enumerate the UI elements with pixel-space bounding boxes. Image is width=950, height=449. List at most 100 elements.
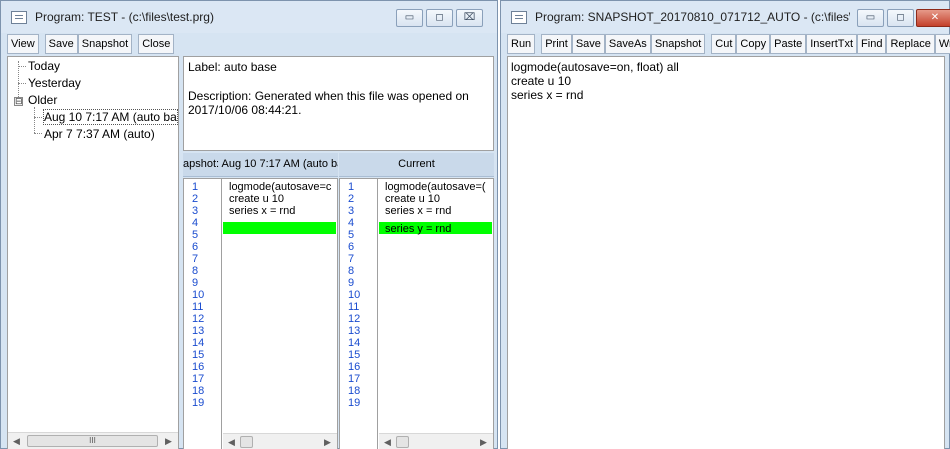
tree-item-today[interactable]: Today [28, 59, 60, 73]
scroll-left-icon[interactable]: ◀ [379, 434, 396, 449]
line-number: 10 [192, 289, 205, 301]
line-number: 1 [348, 181, 355, 193]
line-number: 12 [348, 313, 361, 325]
code-line: series x = rnd [229, 205, 296, 217]
inserttxt-button[interactable]: InsertTxt [806, 34, 858, 54]
tree-item-yesterday[interactable]: Yesterday [28, 76, 81, 90]
scroll-thumb[interactable] [240, 436, 253, 448]
program-window-snapshot: Program: SNAPSHOT_20170810_071712_AUTO -… [500, 0, 950, 449]
snapshot-code-pane[interactable]: 1 2 3 4 5 6 7 8 9 10 11 12 13 14 15 16 17 18 19 logmode(au… [183, 178, 338, 449]
view-button[interactable]: View [7, 34, 39, 54]
maximize-icon[interactable]: ◻ [426, 9, 453, 27]
minimize-icon[interactable]: ▭ [396, 9, 423, 27]
program-window-test: Program: TEST - (c:\files\test.prg) ▭ ◻ … [0, 0, 498, 449]
tree-item-snapshot-aug10[interactable]: Aug 10 7:17 AM (auto ba [43, 109, 178, 125]
close-icon[interactable]: ⌧ [456, 9, 483, 27]
close-icon[interactable]: ✕ [916, 9, 950, 27]
saveas-button[interactable]: SaveAs [604, 34, 651, 54]
tree-item-snapshot-apr7[interactable]: Apr 7 7:37 AM (auto) [44, 127, 155, 141]
minimize-icon[interactable]: ▭ [857, 9, 884, 27]
code-line: series x = rnd [511, 88, 584, 102]
line-number: 5 [192, 229, 199, 241]
line-number: 10 [348, 289, 361, 301]
title-bar[interactable]: Program: SNAPSHOT_20170810_071712_AUTO -… [501, 1, 950, 33]
program-icon [511, 11, 527, 24]
scroll-left-icon[interactable]: ◀ [8, 433, 25, 449]
line-number: 5 [348, 229, 355, 241]
line-number: 13 [192, 325, 205, 337]
line-number: 1 [192, 181, 199, 193]
snapshot-tree: Today Yesterday ⊟ Older Aug 10 7:17 AM (… [7, 56, 179, 449]
tree-item-older[interactable]: Older [28, 93, 57, 107]
horizontal-scrollbar[interactable]: ◀ ▶ [223, 433, 337, 449]
code-line-added: series y = rnd [385, 223, 452, 235]
tree-line [34, 117, 42, 118]
code-line: series x = rnd [385, 205, 452, 217]
replace-button[interactable]: Replace [886, 34, 935, 54]
line-number: 2 [348, 193, 355, 205]
window-title: Program: SNAPSHOT_20170810_071712_AUTO -… [535, 10, 850, 24]
toolbar: View Save Snapshot Close [7, 34, 175, 54]
save-button[interactable]: Save [44, 34, 78, 54]
copy-button[interactable]: Copy [736, 34, 771, 54]
code-line: logmode(autosave=c [229, 181, 332, 193]
line-number: 4 [192, 217, 199, 229]
cut-button[interactable]: Cut [711, 34, 737, 54]
scroll-thumb[interactable]: III [27, 435, 158, 447]
line-number: 3 [348, 205, 355, 217]
snapshot-column-header: apshot: Aug 10 7:17 AM (auto bas [183, 153, 338, 177]
line-number: 11 [348, 301, 360, 313]
line-number: 2 [192, 193, 199, 205]
line-number: 18 [192, 385, 205, 397]
code-line: create u 10 [229, 193, 285, 205]
line-number: 7 [348, 253, 355, 265]
snapshot-button[interactable]: Snapshot [77, 34, 133, 54]
scroll-thumb[interactable] [396, 436, 409, 448]
close-button[interactable]: Close [138, 34, 175, 54]
find-button[interactable]: Find [857, 34, 887, 54]
run-button[interactable]: Run [507, 34, 536, 54]
collapse-icon[interactable]: ⊟ [14, 97, 23, 106]
snapshot-button[interactable]: Snapshot [650, 34, 706, 54]
line-number: 15 [192, 349, 205, 361]
line-number: 18 [348, 385, 361, 397]
diff-highlight-empty-line [223, 222, 336, 234]
tree-line [34, 133, 42, 134]
code-line: logmode(autosave=on, float) all [511, 60, 679, 74]
maximize-icon[interactable]: ◻ [887, 9, 914, 27]
snapshot-label: Label: auto base [188, 60, 277, 74]
snapshot-description: Description: Generated when this file wa… [188, 89, 469, 117]
line-number: 7 [192, 253, 199, 265]
line-number: 6 [348, 241, 355, 253]
line-number: 12 [192, 313, 205, 325]
line-number: 19 [348, 397, 361, 409]
program-icon [11, 11, 27, 24]
line-number: 14 [348, 337, 361, 349]
paste-button[interactable]: Paste [770, 34, 807, 54]
scroll-right-icon[interactable]: ▶ [475, 434, 492, 449]
line-number-gutter: 1 2 3 4 5 6 7 8 9 10 11 12 13 14 15 16 17 18 19 [340, 179, 378, 449]
title-bar[interactable]: Program: TEST - (c:\files\test.prg) ▭ ◻ … [1, 1, 497, 33]
line-number: 6 [192, 241, 199, 253]
line-number: 17 [348, 373, 361, 385]
scroll-right-icon[interactable]: ▶ [319, 434, 336, 449]
print-button[interactable]: Print [541, 34, 572, 54]
scroll-left-icon[interactable]: ◀ [223, 434, 240, 449]
line-number: 8 [192, 265, 199, 277]
line-number: 9 [192, 277, 199, 289]
current-code-pane[interactable]: 1 2 3 4 5 6 7 8 9 10 11 12 13 14 15 16 17 18 19 logmode(au… [339, 178, 494, 449]
line-number: 3 [192, 205, 199, 217]
save-button[interactable]: Save [571, 34, 605, 54]
line-number: 19 [192, 397, 205, 409]
line-number: 13 [348, 325, 361, 337]
line-number: 16 [192, 361, 205, 373]
horizontal-scrollbar[interactable]: ◀ ▶ [379, 433, 493, 449]
line-number: 15 [348, 349, 361, 361]
current-column-header: Current [339, 153, 494, 177]
wrap-button[interactable]: Wrap+ [934, 34, 950, 54]
tree-line [18, 66, 26, 67]
program-editor[interactable]: logmode(autosave=on, float) all create u… [507, 56, 945, 449]
scroll-right-icon[interactable]: ▶ [160, 433, 177, 449]
window-title: Program: TEST - (c:\files\test.prg) [35, 10, 214, 24]
horizontal-scrollbar[interactable]: ◀ III ▶ [8, 432, 178, 449]
